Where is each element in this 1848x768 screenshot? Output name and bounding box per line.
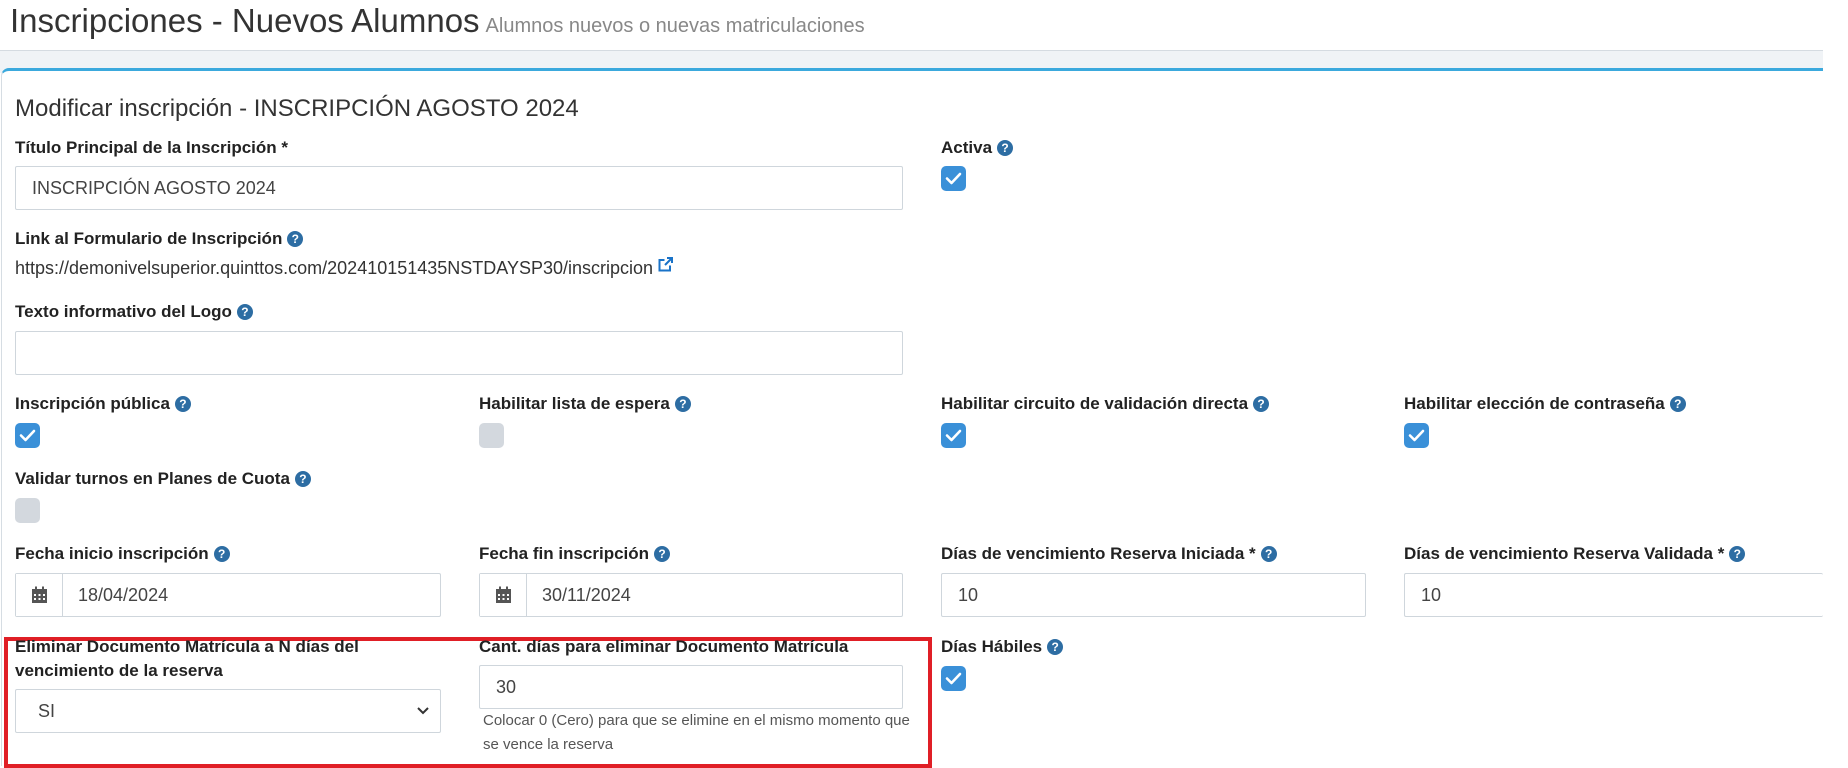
fecha-fin-addon[interactable] bbox=[480, 574, 527, 616]
question-circle-icon[interactable]: ? bbox=[997, 139, 1014, 156]
eleccion-contrasena-label-text: Habilitar elección de contraseña bbox=[1404, 394, 1665, 413]
fecha-inicio-addon[interactable] bbox=[16, 574, 63, 616]
cant-dias-help: Colocar 0 (Cero) para que se elimine en … bbox=[483, 712, 910, 753]
eliminar-doc-value[interactable]: SI bbox=[38, 701, 55, 721]
dias-habiles-label-text: Días Hábiles bbox=[941, 637, 1043, 656]
activa-label-text: Activa bbox=[941, 138, 993, 157]
calendar-icon bbox=[496, 586, 511, 603]
question-circle-icon[interactable]: ? bbox=[1253, 395, 1270, 412]
validar-turnos-checkbox[interactable] bbox=[15, 498, 40, 523]
link-url-text[interactable]: https://demonivelsuperior.quinttos.com/2… bbox=[15, 258, 653, 278]
dias-validada-label-text: Días de vencimiento Reserva Validada * bbox=[1404, 544, 1725, 563]
publica-label-text: Inscripción pública bbox=[15, 394, 170, 413]
titulo-label-text: Título Principal de la Inscripción * bbox=[15, 138, 288, 157]
logo-text-input[interactable] bbox=[15, 331, 903, 375]
question-circle-icon[interactable]: ? bbox=[1669, 395, 1686, 412]
fecha-inicio-label: Fecha inicio inscripción? bbox=[15, 542, 230, 566]
logo-text-label-text: Texto informativo del Logo bbox=[15, 302, 232, 321]
question-circle-icon[interactable]: ? bbox=[1047, 638, 1064, 655]
cant-dias-label: Cant. días para eliminar Documento Matrí… bbox=[479, 635, 848, 659]
lista-espera-label-text: Habilitar lista de espera bbox=[479, 394, 670, 413]
cant-dias-input[interactable]: 30 bbox=[479, 665, 903, 709]
link-label-text: Link al Formulario de Inscripción bbox=[15, 229, 283, 248]
dias-validada-label: Días de vencimiento Reserva Validada *? bbox=[1404, 542, 1746, 566]
external-link-icon[interactable] bbox=[657, 255, 674, 279]
validacion-directa-label-text: Habilitar circuito de validación directa bbox=[941, 394, 1249, 413]
validar-turnos-label: Validar turnos en Planes de Cuota? bbox=[15, 467, 311, 491]
fecha-inicio-field[interactable]: 18/04/2024 bbox=[15, 573, 441, 617]
dias-iniciada-input[interactable]: 10 bbox=[941, 573, 1366, 617]
dias-validada-input[interactable]: 10 bbox=[1404, 573, 1823, 617]
question-circle-icon[interactable]: ? bbox=[294, 470, 311, 487]
question-circle-icon[interactable]: ? bbox=[674, 395, 691, 412]
validar-turnos-label-text: Validar turnos en Planes de Cuota bbox=[15, 469, 290, 488]
form-title: Modificar inscripción - INSCRIPCIÓN AGOS… bbox=[15, 95, 579, 122]
eliminar-doc-label: Eliminar Documento Matrícula a N días de… bbox=[15, 637, 359, 680]
question-circle-icon[interactable]: ? bbox=[287, 230, 304, 247]
link-label: Link al Formulario de Inscripción? bbox=[15, 227, 304, 251]
lista-espera-label: Habilitar lista de espera? bbox=[479, 392, 691, 416]
check-icon bbox=[945, 672, 962, 685]
activa-label: Activa? bbox=[941, 136, 1014, 160]
dias-iniciada-label-text: Días de vencimiento Reserva Iniciada * bbox=[941, 544, 1256, 563]
validacion-directa-checkbox[interactable] bbox=[941, 423, 966, 448]
dias-habiles-checkbox[interactable] bbox=[941, 666, 966, 691]
cant-dias-label-text: Cant. días para eliminar Documento Matrí… bbox=[479, 637, 849, 656]
page-title-text: Inscripciones - Nuevos Alumnos bbox=[10, 2, 480, 39]
dias-habiles-label: Días Hábiles? bbox=[941, 635, 1064, 659]
chevron-down-icon bbox=[417, 707, 429, 715]
check-icon bbox=[945, 172, 962, 185]
lista-espera-checkbox[interactable] bbox=[479, 423, 504, 448]
page-header: Inscripciones - Nuevos Alumnos Alumnos nu… bbox=[0, 0, 1823, 52]
check-icon bbox=[19, 429, 36, 442]
check-icon bbox=[945, 429, 962, 442]
link-url[interactable]: https://demonivelsuperior.quinttos.com/2… bbox=[15, 256, 674, 281]
publica-checkbox[interactable] bbox=[15, 423, 40, 448]
titulo-label: Título Principal de la Inscripción * bbox=[15, 136, 288, 160]
publica-label: Inscripción pública? bbox=[15, 392, 191, 416]
fecha-fin-value[interactable]: 30/11/2024 bbox=[542, 574, 631, 616]
eliminar-doc-select[interactable]: SI bbox=[15, 689, 441, 733]
fecha-inicio-value[interactable]: 18/04/2024 bbox=[78, 574, 168, 616]
activa-checkbox[interactable] bbox=[941, 166, 966, 191]
question-circle-icon[interactable]: ? bbox=[174, 395, 191, 412]
dias-iniciada-label: Días de vencimiento Reserva Iniciada *? bbox=[941, 542, 1277, 566]
titulo-input[interactable]: INSCRIPCIÓN AGOSTO 2024 bbox=[15, 166, 903, 210]
calendar-icon bbox=[32, 586, 47, 603]
question-circle-icon[interactable]: ? bbox=[236, 303, 253, 320]
question-circle-icon[interactable]: ? bbox=[1260, 545, 1277, 562]
question-circle-icon[interactable]: ? bbox=[654, 545, 671, 562]
page-title: Inscripciones - Nuevos Alumnos Alumnos nu… bbox=[10, 2, 865, 40]
eleccion-contrasena-label: Habilitar elección de contraseña? bbox=[1404, 392, 1686, 416]
question-circle-icon[interactable]: ? bbox=[1729, 545, 1746, 562]
fecha-fin-label: Fecha fin inscripción? bbox=[479, 542, 671, 566]
logo-text-label: Texto informativo del Logo? bbox=[15, 300, 253, 324]
fecha-fin-field[interactable]: 30/11/2024 bbox=[479, 573, 903, 617]
question-circle-icon[interactable]: ? bbox=[213, 545, 230, 562]
validacion-directa-label: Habilitar circuito de validación directa… bbox=[941, 392, 1270, 416]
eleccion-contrasena-checkbox[interactable] bbox=[1404, 423, 1429, 448]
fecha-inicio-label-text: Fecha inicio inscripción bbox=[15, 544, 209, 563]
fecha-fin-label-text: Fecha fin inscripción bbox=[479, 544, 650, 563]
check-icon bbox=[1408, 429, 1425, 442]
page-subtitle: Alumnos nuevos o nuevas matriculaciones bbox=[485, 15, 865, 37]
